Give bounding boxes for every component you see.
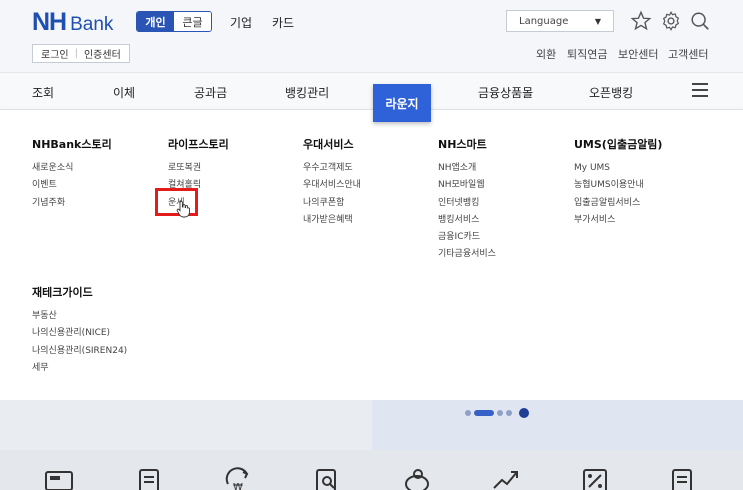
menu-icon[interactable] [692,83,708,97]
logo-bank: Bank [70,14,114,35]
personal-toggle[interactable]: 개인 [137,12,174,31]
menu-col-premium-service: 우대서비스 우수고객제도 우대서비스안내 나의쿠폰함 내가받은혜택 [303,136,361,229]
search-icon[interactable] [689,10,711,32]
star-icon[interactable] [630,10,652,32]
menu-item[interactable]: 우수고객제도 [303,160,361,177]
menu-col-title[interactable]: 재테크가이드 [32,284,127,299]
gnb-utility-bills[interactable]: 공과금 [194,84,227,101]
util-pension[interactable]: 퇴직연금 [567,46,607,62]
pause-icon[interactable] [519,408,529,418]
gnb-lounge[interactable]: 라운지 [373,84,431,122]
menu-item[interactable]: 세무 [32,360,127,377]
menu-col-investment-guide: 재테크가이드 부동산 나의신용관리(NICE) 나의신용관리(SIREN24) … [32,284,127,377]
menu-item[interactable]: 새로운소식 [32,160,112,177]
menu-col-title[interactable]: 우대서비스 [303,136,361,151]
login-box: 로그인 | 인증센터 [32,44,130,63]
gnb-inquiry[interactable]: 조회 [32,84,54,101]
quick-menu-bar [0,450,743,490]
gnb-open-banking[interactable]: 오픈뱅킹 [589,84,633,101]
menu-item[interactable]: 이벤트 [32,177,112,194]
piggy-bank-icon[interactable] [402,466,432,490]
menu-item[interactable]: 나의쿠폰함 [303,195,361,212]
menu-item[interactable]: 내가받은혜택 [303,212,361,229]
mega-menu: NHBank스토리 새로운소식 이벤트 기념주화 라이프스토리 로또복권 컬쳐홀… [0,110,743,400]
menu-item[interactable]: 입출금알림서비스 [574,195,662,212]
logo[interactable]: NH Bank [32,8,113,37]
banner-right [372,400,743,450]
main-nav: 조회 이체 공과금 뱅킹관리 금융상품몰 오픈뱅킹 [0,72,743,110]
menu-item[interactable]: 나의신용관리(SIREN24) [32,343,127,360]
menu-item[interactable]: 로또복권 [168,160,229,177]
menu-col-nh-smart: NH스마트 NH앱소개 NH모바일웹 인터넷뱅킹 뱅킹서비스 금융IC카드 기타… [438,136,496,264]
language-select[interactable]: Language ▼ [506,10,614,32]
menu-item[interactable]: 나의신용관리(NICE) [32,325,127,342]
gnb-product-mall[interactable]: 금융상품몰 [478,84,533,101]
hand-cursor-icon [176,200,190,218]
percent-icon[interactable] [580,466,610,490]
caret-down-icon: ▼ [594,16,601,26]
growth-chart-icon[interactable] [491,466,521,490]
logo-nh: NH [32,8,67,36]
menu-col-title[interactable]: UMS(입출금알림) [574,136,662,151]
menu-item[interactable]: 뱅킹서비스 [438,212,496,229]
util-customer[interactable]: 고객센터 [668,46,708,62]
menu-col-title[interactable]: NHBank스토리 [32,136,112,151]
menu-col-title[interactable]: 라이프스토리 [168,136,229,151]
header: NH Bank 개인 큰글 기업 카드 로그인 | 인증센터 Language … [0,0,743,72]
gnb-banking-admin[interactable]: 뱅킹관리 [285,84,329,101]
menu-item[interactable]: 기념주화 [32,195,112,212]
carousel-indicator[interactable] [465,408,529,418]
gnb-transfer[interactable]: 이체 [113,84,135,101]
cert-center-link[interactable]: 인증센터 [84,46,121,61]
login-link[interactable]: 로그인 [41,46,69,61]
util-forex[interactable]: 외환 [536,46,556,62]
menu-item[interactable]: 부가서비스 [574,212,662,229]
gear-icon[interactable] [660,10,682,32]
menu-item[interactable]: 기타금융서비스 [438,246,496,263]
currency-exchange-icon[interactable]: ₩ [223,466,253,490]
menu-item[interactable]: 인터넷뱅킹 [438,195,496,212]
menu-col-nhbank-story: NHBank스토리 새로운소식 이벤트 기념주화 [32,136,112,212]
language-label: Language [519,15,569,27]
menu-item[interactable]: 부동산 [32,308,127,325]
large-text-toggle[interactable]: 큰글 [174,12,211,31]
mode-switch: 개인 큰글 [136,11,212,32]
menu-item[interactable]: NH앱소개 [438,160,496,177]
menu-item[interactable]: 금융IC카드 [438,229,496,246]
menu-item[interactable]: NH모바일웹 [438,177,496,194]
svg-text:₩: ₩ [233,482,243,490]
document-icon[interactable] [134,466,164,490]
id-card-icon[interactable] [44,466,74,490]
search-document-icon[interactable] [312,466,342,490]
menu-item[interactable]: 농협UMS이용안내 [574,177,662,194]
login-separator: | [74,48,78,59]
menu-item[interactable]: 우대서비스안내 [303,177,361,194]
menu-col-ums: UMS(입출금알림) My UMS 농협UMS이용안내 입출금알림서비스 부가서… [574,136,662,229]
nav-corporate[interactable]: 기업 [230,14,252,31]
checklist-icon[interactable] [668,466,698,490]
menu-item[interactable]: My UMS [574,160,662,177]
nav-card[interactable]: 카드 [272,14,294,31]
util-security[interactable]: 보안센터 [618,46,658,62]
menu-col-title[interactable]: NH스마트 [438,136,496,151]
